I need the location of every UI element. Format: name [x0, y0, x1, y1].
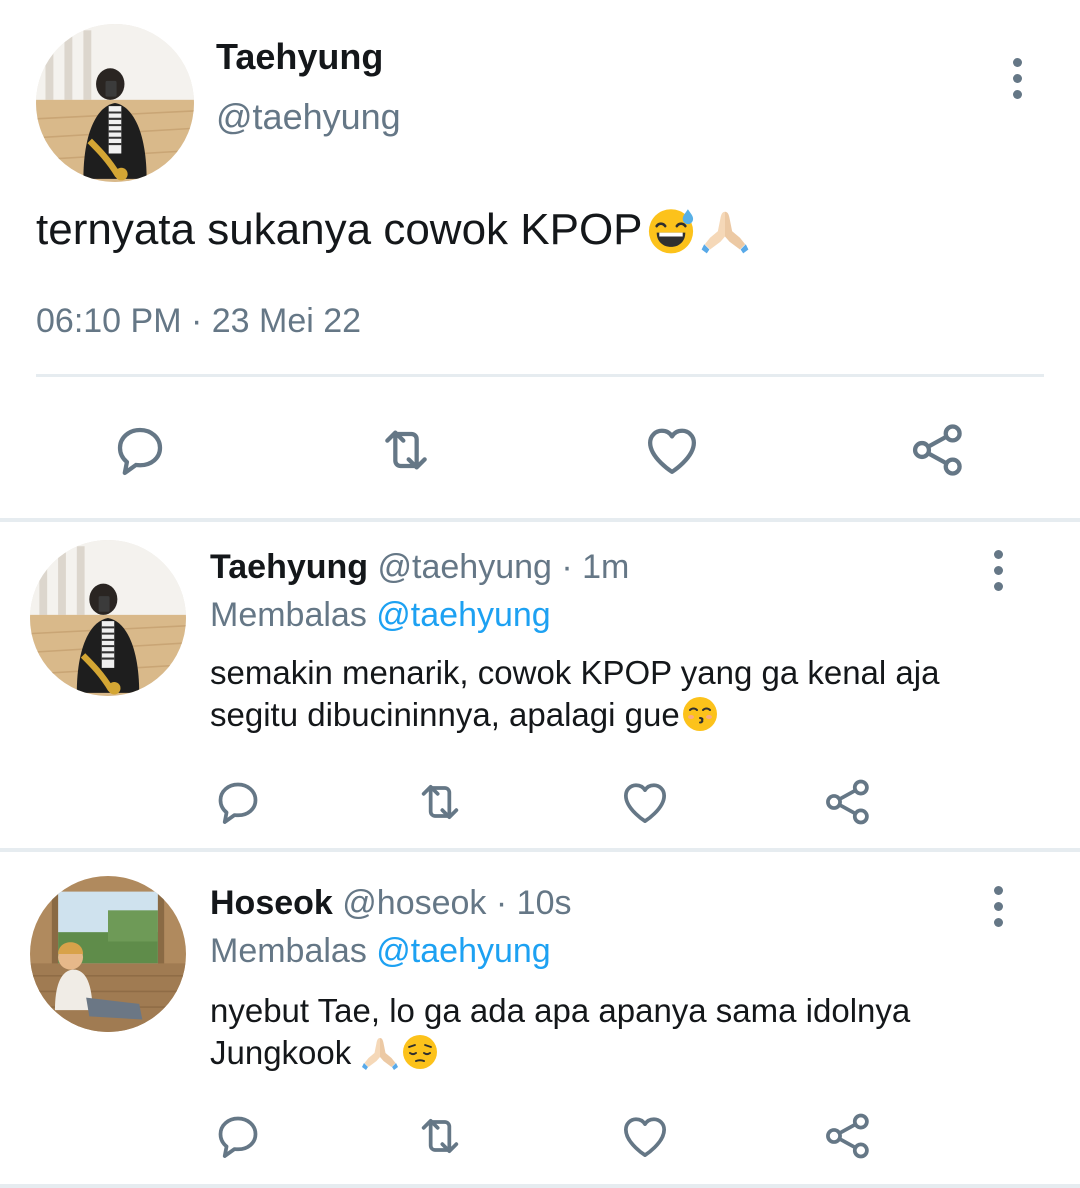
- like-icon: [640, 418, 704, 482]
- more-options-icon[interactable]: [988, 550, 1008, 591]
- retweet-icon: [412, 1108, 468, 1164]
- reply-button[interactable]: [210, 1108, 266, 1164]
- avatar[interactable]: [30, 876, 186, 1032]
- mention-link[interactable]: @taehyung: [376, 932, 550, 970]
- reply-text-line: semakin menarik, cowok KPOP yang ga kena…: [210, 654, 940, 691]
- avatar-image: [36, 24, 194, 182]
- more-options-icon[interactable]: [988, 886, 1008, 927]
- reply-time: · 1m: [561, 548, 630, 586]
- share-icon: [820, 1108, 876, 1164]
- folded-hands-emoji: [699, 204, 751, 256]
- share-button[interactable]: [820, 774, 876, 830]
- kissing-emoji: [680, 694, 720, 734]
- reply-text: semakin menarik, cowok KPOP yang ga kena…: [210, 652, 1030, 736]
- tweet-text: ternyata sukanya cowok KPOP: [36, 205, 643, 254]
- reply-tweet[interactable]: Taehyung @taehyung · 1m Membalas @taehyu…: [0, 522, 1080, 848]
- like-button[interactable]: [617, 1108, 673, 1164]
- replying-label: Membalas: [210, 596, 367, 634]
- avatar[interactable]: [30, 540, 186, 696]
- retweet-button[interactable]: [412, 774, 468, 830]
- main-tweet: Taehyung @taehyung ternyata sukanya cowo…: [0, 0, 1080, 520]
- folded-hands-emoji: [360, 1032, 400, 1072]
- replying-to: Membalas @taehyung: [210, 932, 551, 971]
- more-options-icon[interactable]: [1007, 58, 1027, 99]
- retweet-icon: [412, 774, 468, 830]
- avatar-image: [30, 876, 186, 1032]
- share-icon: [906, 418, 970, 482]
- reply-text: nyebut Tae, lo ga ada apa apanya sama id…: [210, 990, 1030, 1074]
- replying-label: Membalas: [210, 932, 367, 970]
- reply-text-line-wrap: Jungkook: [210, 1032, 1030, 1074]
- reply-text-line: segitu dibucininnya, apalagi gue: [210, 696, 680, 733]
- grinning-sweat-emoji: [645, 204, 697, 256]
- author-handle[interactable]: @hoseok: [342, 884, 486, 922]
- author-name[interactable]: Taehyung: [210, 548, 368, 586]
- reply-button[interactable]: [210, 774, 266, 830]
- reply-text-line: nyebut Tae, lo ga ada apa apanya sama id…: [210, 992, 911, 1029]
- reply-icon: [210, 774, 266, 830]
- mention-link[interactable]: @taehyung: [376, 596, 550, 634]
- reply-icon: [210, 1108, 266, 1164]
- like-icon: [617, 1108, 673, 1164]
- tweet-timestamp: 06:10 PM · 23 Mei 22: [36, 302, 362, 340]
- author-handle[interactable]: @taehyung: [378, 548, 552, 586]
- pensive-emoji: [400, 1032, 440, 1072]
- author-name[interactable]: Taehyung: [216, 36, 383, 78]
- retweet-icon: [374, 418, 438, 482]
- reply-text-line-wrap: segitu dibucininnya, apalagi gue: [210, 694, 1030, 736]
- reply-icon: [108, 418, 172, 482]
- reply-button[interactable]: [108, 418, 172, 482]
- divider: [36, 374, 1044, 377]
- reply-tweet[interactable]: Hoseok @hoseok · 10s Membalas @taehyung …: [0, 852, 1080, 1184]
- retweet-button[interactable]: [412, 1108, 468, 1164]
- author-name[interactable]: Hoseok: [210, 884, 333, 922]
- like-button[interactable]: [640, 418, 704, 482]
- replying-to: Membalas @taehyung: [210, 596, 551, 635]
- like-button[interactable]: [617, 774, 673, 830]
- author-handle[interactable]: @taehyung: [216, 96, 401, 138]
- divider: [0, 1184, 1080, 1188]
- tweet-text-row: ternyata sukanya cowok KPOP: [36, 204, 751, 256]
- retweet-button[interactable]: [374, 418, 438, 482]
- share-button[interactable]: [906, 418, 970, 482]
- reply-text-line: Jungkook: [210, 1034, 352, 1071]
- avatar-image: [30, 540, 186, 696]
- share-icon: [820, 774, 876, 830]
- reply-header: Hoseok @hoseok · 10s: [210, 884, 571, 923]
- reply-time: · 10s: [495, 884, 572, 922]
- like-icon: [617, 774, 673, 830]
- reply-header: Taehyung @taehyung · 1m: [210, 548, 629, 587]
- share-button[interactable]: [820, 1108, 876, 1164]
- avatar[interactable]: [36, 24, 194, 182]
